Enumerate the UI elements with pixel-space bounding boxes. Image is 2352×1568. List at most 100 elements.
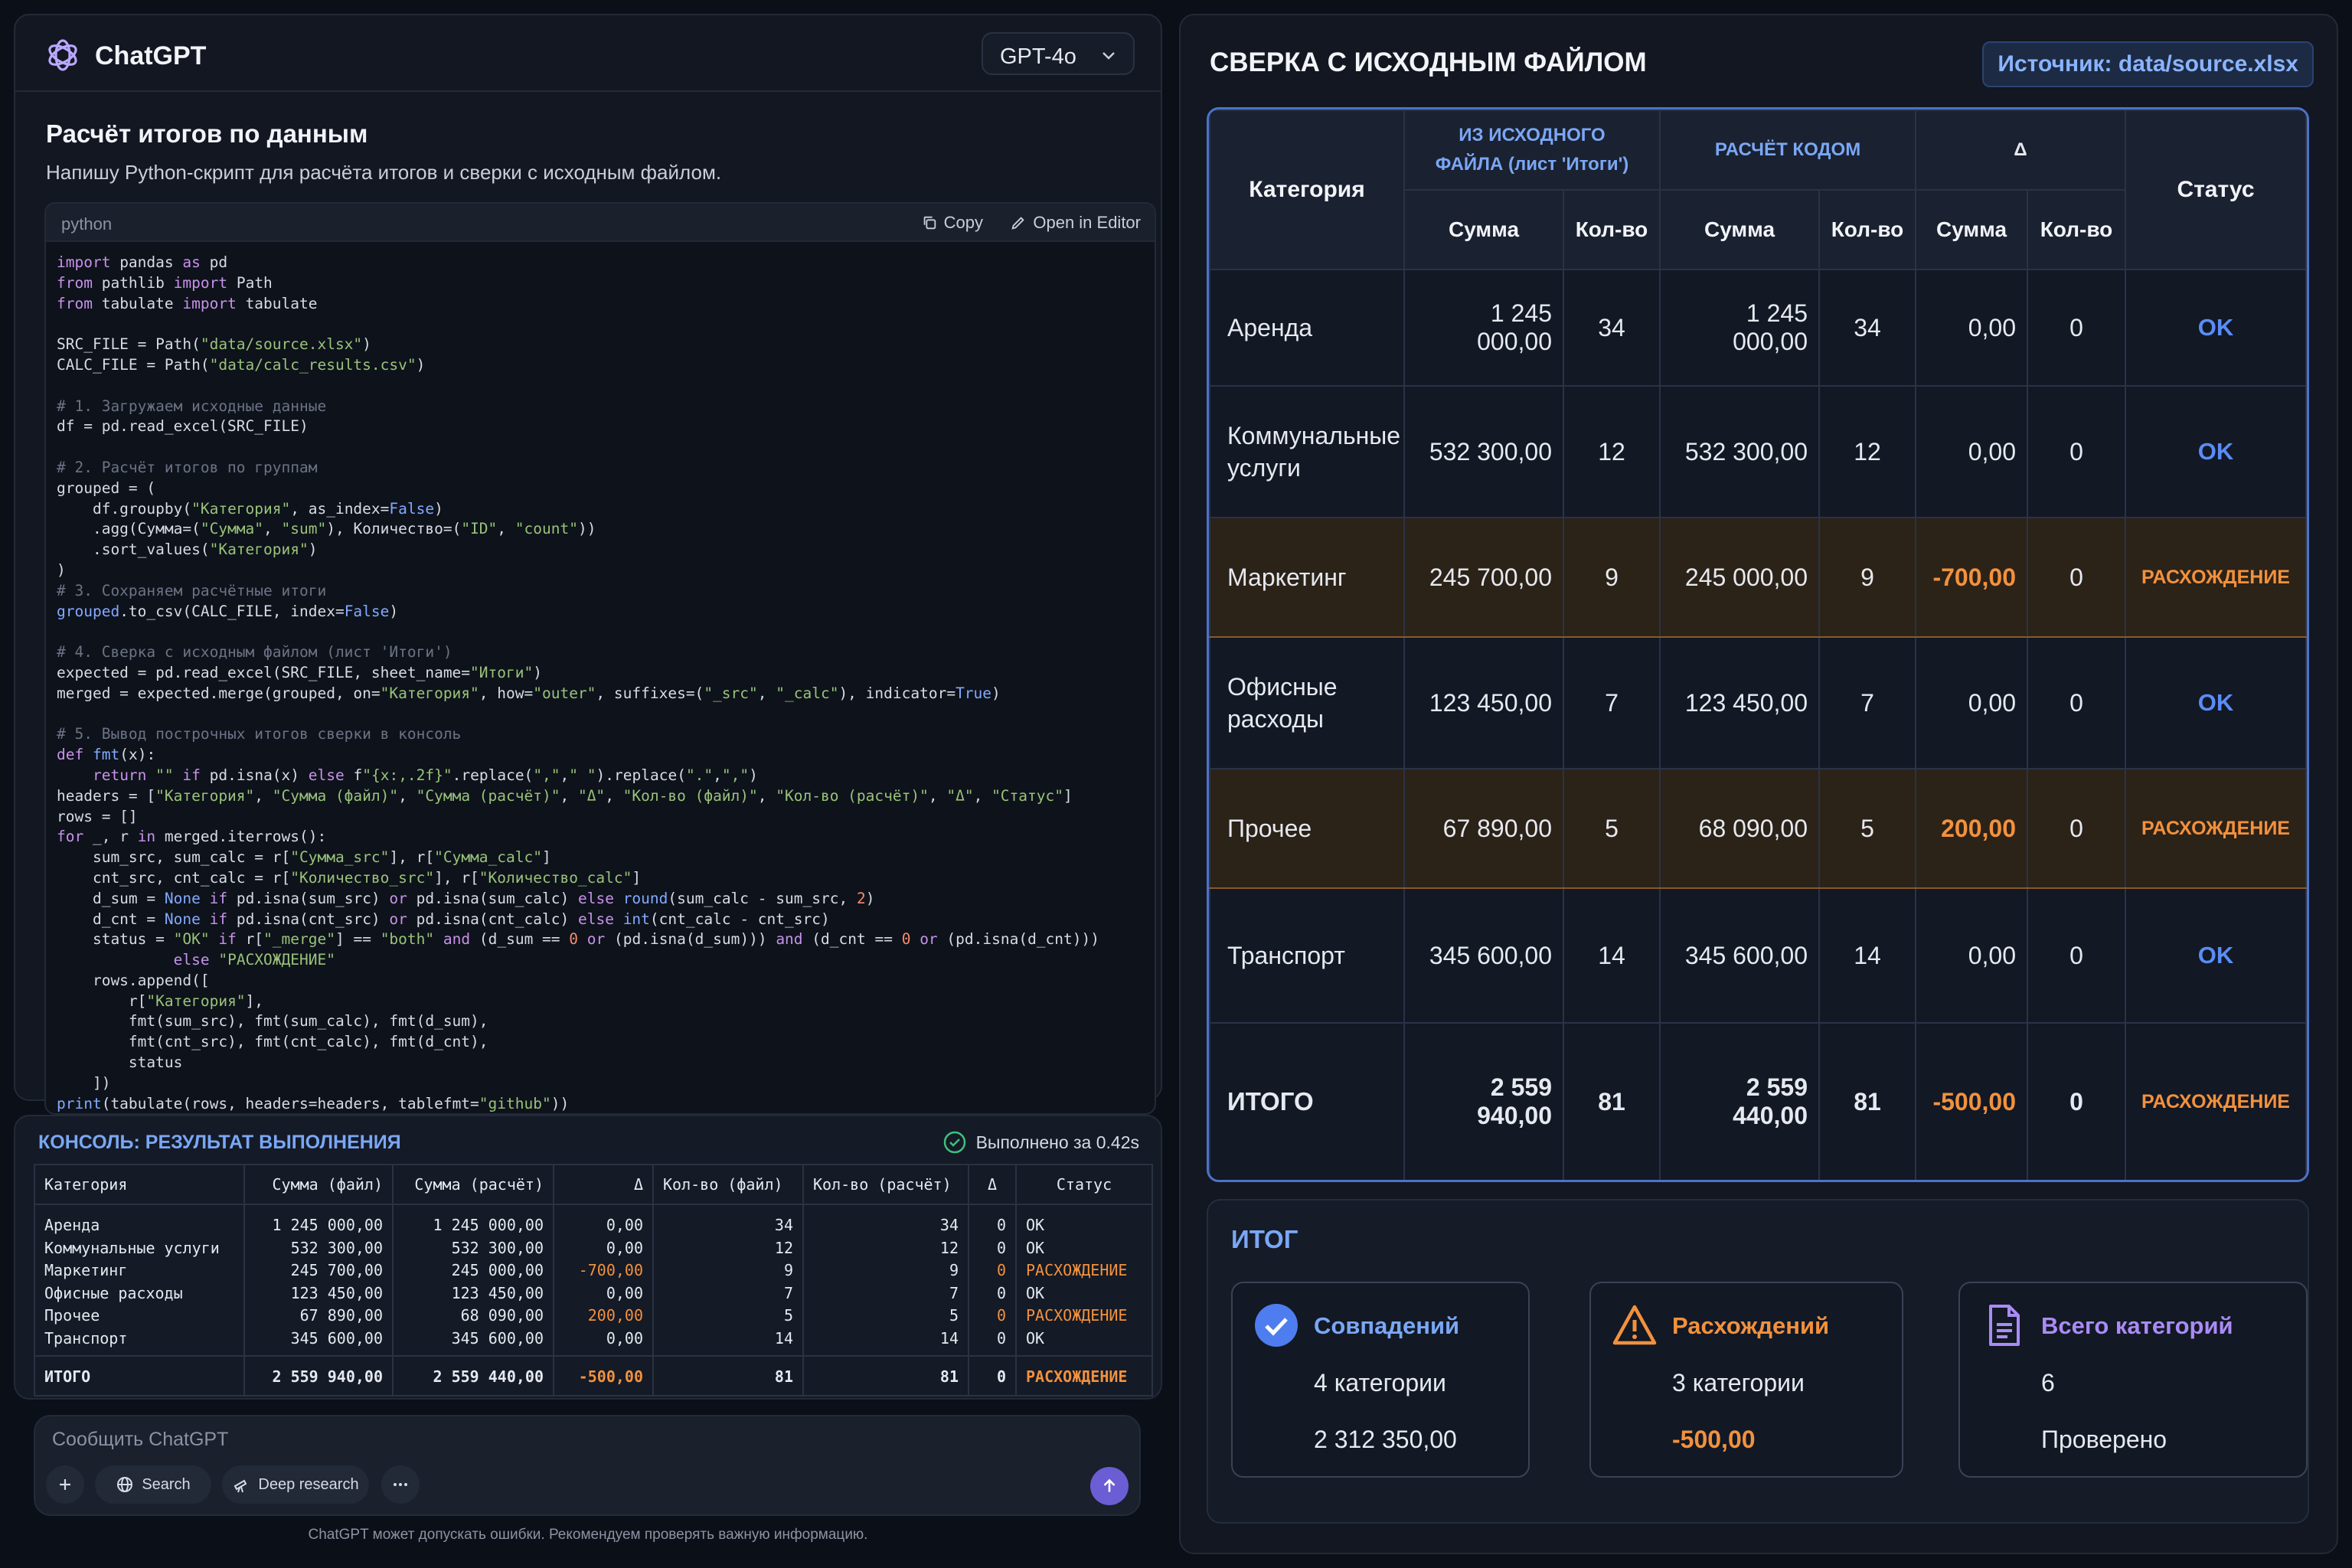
more-options-button[interactable] <box>381 1465 420 1504</box>
console-cell: 123 450,00 <box>451 1283 544 1302</box>
console-cell: Прочее <box>44 1306 100 1325</box>
row-count-file: 12 <box>1563 385 1661 518</box>
deep-research-button[interactable]: Deep research <box>222 1465 369 1504</box>
plus-icon <box>60 1479 70 1490</box>
row-category: Коммунальные услуги <box>1209 385 1405 518</box>
reconciliation-row: Прочее 67 890,00 5 68 090,00 5 200,00 0 РАСХОЖД… <box>1209 768 2307 889</box>
header-group-code: РАСЧЁТ КОДОМ <box>1659 109 1916 191</box>
reconciliation-row: Маркетинг 245 700,00 9 245 000,00 9 -700,00 0 Р… <box>1209 517 2307 638</box>
console-cell: 123 450,00 <box>290 1283 383 1302</box>
row-sum-calc: 68 090,00 <box>1659 768 1820 889</box>
mismatches-card: Расхождений 3 категории -500,00 <box>1589 1282 1903 1478</box>
console-col-count-calc: 34 12 9 7 5 14 <box>803 1204 969 1356</box>
console-cell: 9 <box>949 1261 959 1279</box>
console-cell: OK <box>1026 1328 1045 1348</box>
message-title: Расчёт итогов по данным <box>46 119 368 148</box>
console-cell: Транспорт <box>44 1328 128 1348</box>
console-cell: 200,00 <box>587 1306 643 1325</box>
row-count-calc: 34 <box>1818 269 1916 387</box>
console-cell: 7 <box>783 1283 793 1302</box>
arrow-up-icon <box>1103 1478 1116 1492</box>
row-status: РАСХОЖДЕНИЕ <box>2125 768 2307 889</box>
disclaimer: ChatGPT может допускать ошибки. Рекоменд… <box>308 1527 868 1543</box>
message-composer[interactable]: Сообщить ChatGPT Search Deep research <box>34 1415 1141 1516</box>
add-attachment-button[interactable] <box>46 1465 84 1504</box>
console-cell: 0 <box>996 1261 1006 1279</box>
mismatches-title: Расхождений <box>1672 1312 1830 1339</box>
console-col-delta-count: 0 0 0 0 0 0 <box>969 1204 1017 1356</box>
console-cell: 34 <box>939 1216 959 1234</box>
row-delta-count: 0 <box>2027 385 2126 518</box>
search-button-label: Search <box>142 1475 191 1493</box>
row-category: Маркетинг <box>1209 517 1405 638</box>
header-category: Категория <box>1209 109 1405 270</box>
row-delta-count: 0 <box>2027 636 2126 769</box>
row-sum-file: 345 600,00 <box>1403 887 1564 1024</box>
console-cell: 345 600,00 <box>290 1328 383 1348</box>
model-selector[interactable]: GPT-4o <box>982 32 1135 75</box>
header-sum: Сумма <box>1915 189 2028 270</box>
matches-title: Совпадений <box>1314 1312 1460 1339</box>
console-status-text: Выполнено за 0.42s <box>975 1132 1139 1152</box>
row-sum-file: 532 300,00 <box>1403 385 1564 518</box>
row-status: OK <box>2125 385 2307 518</box>
header-count: Кол-во <box>1563 189 1661 270</box>
total-categories-title: Всего категорий <box>2041 1312 2233 1339</box>
console-cell: 0 <box>996 1306 1006 1325</box>
telescope-icon <box>234 1479 247 1493</box>
reconciliation-table: Категория ИЗ ИСХОДНОГО ФАЙЛА (лист 'Итог… <box>1209 109 2307 1180</box>
reconciliation-row: Коммунальные услуги 532 300,00 12 532 300,0… <box>1209 385 2307 518</box>
console-cell: OK <box>1026 1216 1045 1234</box>
chat-panel: ChatGPT GPT-4o Расчёт итогов по данным Н… <box>14 14 1162 1115</box>
reconciliation-table-frame: Категория ИЗ ИСХОДНОГО ФАЙЛА (лист 'Итог… <box>1207 107 2309 1182</box>
message-subtitle: Напишу Python-скрипт для расчёта итогов … <box>46 161 722 184</box>
source-badge[interactable]: Источник: data/source.xlsx <box>1982 41 2314 87</box>
total-status: РАСХОЖДЕНИЕ <box>2125 1022 2307 1180</box>
console-cell: 0,00 <box>606 1283 643 1302</box>
pencil-icon <box>1011 217 1025 230</box>
row-delta-sum: 0,00 <box>1915 269 2028 387</box>
console-cell: 0 <box>996 1216 1006 1234</box>
code-block-header: python Copy Open in Editor <box>46 204 1155 242</box>
console-title: КОНСОЛЬ: РЕЗУЛЬТАТ ВЫПОЛНЕНИЯ <box>38 1132 401 1153</box>
console-cell: 67 890,00 <box>299 1306 383 1325</box>
row-category: Транспорт <box>1209 887 1405 1024</box>
console-cell: OK <box>1026 1283 1045 1302</box>
console-total-cell: РАСХОЖДЕНИЕ <box>1016 1354 1153 1396</box>
code-language: python <box>61 214 113 234</box>
row-sum-file: 123 450,00 <box>1403 636 1564 769</box>
console-cell: 0,00 <box>606 1328 643 1348</box>
row-delta-count: 0 <box>2027 768 2126 889</box>
header-group-delta: Δ <box>1915 109 2126 191</box>
row-status: OK <box>2125 636 2307 769</box>
row-count-calc: 9 <box>1818 517 1916 638</box>
copy-button[interactable]: Copy <box>921 213 983 233</box>
matches-amount: 2 312 350,00 <box>1314 1426 1457 1453</box>
console-total-cell: -500,00 <box>554 1354 654 1396</box>
composer-placeholder[interactable]: Сообщить ChatGPT <box>52 1429 228 1451</box>
console-cell: 9 <box>783 1261 793 1279</box>
header-count: Кол-во <box>1818 189 1916 270</box>
chevron-down-icon <box>1102 52 1115 60</box>
row-category: Аренда <box>1209 269 1405 387</box>
globe-icon <box>117 1477 133 1492</box>
header-group-file: ИЗ ИСХОДНОГО ФАЙЛА (лист 'Итоги') <box>1403 109 1661 191</box>
console-cell: 0,00 <box>606 1216 643 1234</box>
row-delta-count: 0 <box>2027 517 2126 638</box>
row-count-file: 5 <box>1563 768 1661 889</box>
open-editor-button[interactable]: Open in Editor <box>1010 213 1141 233</box>
console-total-cell: 2 559 940,00 <box>244 1354 394 1396</box>
model-selector-label: GPT-4o <box>1000 44 1076 69</box>
console-header: Статус <box>1016 1165 1153 1205</box>
send-button[interactable] <box>1090 1467 1129 1505</box>
console-total-cell: 2 559 440,00 <box>393 1354 554 1396</box>
total-sum-calc: 2 559 440,00 <box>1659 1022 1820 1180</box>
console-cell: 68 090,00 <box>460 1306 544 1325</box>
document-icon <box>1989 1305 2020 1346</box>
total-count-file: 81 <box>1563 1022 1661 1180</box>
search-button[interactable]: Search <box>95 1465 211 1504</box>
row-count-file: 34 <box>1563 269 1661 387</box>
console-col-category: Аренда Коммунальные услуги Маркетинг Офисны… <box>34 1204 245 1356</box>
check-badge-icon <box>1255 1304 1298 1347</box>
code-content: import pandas as pd from pathlib import … <box>57 253 1099 1112</box>
